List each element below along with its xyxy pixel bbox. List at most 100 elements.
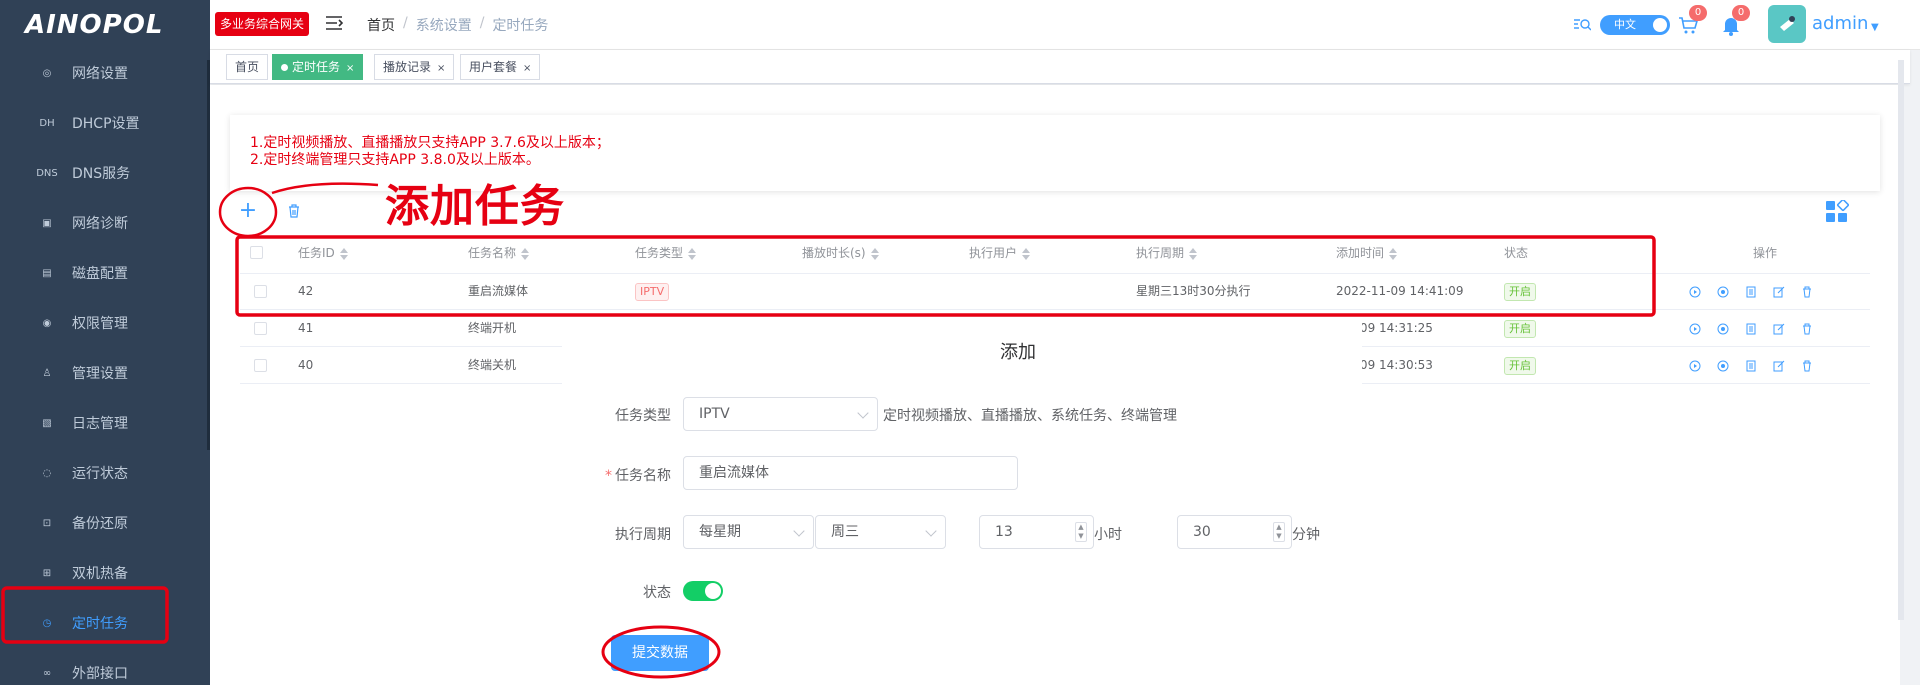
sidebar-item-label: 日志管理 (72, 416, 128, 432)
row-checkbox[interactable] (254, 359, 267, 372)
permission-icon: ◉ (42, 317, 52, 329)
column-header-type[interactable]: 任务类型 (635, 233, 697, 273)
tags-view: 首页 定时任务 × 播放记录 × 用户套餐 × (210, 50, 1910, 84)
avatar-icon (1780, 16, 1795, 31)
cell-status: 开启 (1504, 347, 1536, 384)
sidebar-item[interactable]: DNS DNS服务 (0, 148, 210, 198)
detail-icon[interactable] (1745, 323, 1757, 335)
page-scrollbar[interactable] (1898, 60, 1904, 620)
hamburger-icon[interactable] (325, 14, 343, 32)
sidebar-item-label: 备份还原 (72, 516, 128, 532)
sort-icon[interactable] (870, 247, 879, 260)
sidebar-item[interactable]: DH DHCP设置 (0, 98, 210, 148)
column-header-cycle[interactable]: 执行周期 (1136, 233, 1198, 273)
sidebar-item-label: 网络设置 (72, 66, 128, 82)
sort-icon[interactable] (1189, 247, 1198, 260)
search-icon[interactable] (1573, 16, 1591, 34)
sort-icon[interactable] (1389, 247, 1398, 260)
breadcrumb-system: 系统设置 (415, 18, 472, 34)
task-name-input[interactable]: 重启流媒体 (683, 456, 1018, 490)
sidebar-item[interactable]: ◉ 权限管理 (0, 298, 210, 348)
row-checkbox[interactable] (254, 322, 267, 335)
sidebar-item-label: 运行状态 (72, 466, 128, 482)
play-icon[interactable] (1689, 286, 1701, 298)
sort-icon[interactable] (521, 247, 530, 260)
column-header-id[interactable]: 任务ID (298, 233, 348, 273)
detail-icon[interactable] (1745, 360, 1757, 372)
notice-line: 2.定时终端管理只支持APP 3.8.0及以上版本。 (250, 152, 540, 168)
tab[interactable]: 用户套餐 × (460, 54, 541, 80)
tab[interactable]: 播放记录 × (374, 54, 455, 80)
cart-count-badge: 0 (1689, 5, 1707, 21)
gateway-badge: 多业务综合网关 (215, 12, 310, 36)
column-header-name[interactable]: 任务名称 (468, 233, 530, 273)
tab-label: 用户套餐 (469, 60, 518, 74)
column-header-added[interactable]: 添加时间 (1336, 233, 1398, 273)
hour-input[interactable]: 13 ▲ ▼ (979, 515, 1094, 549)
minute-unit: 分钟 (1292, 527, 1320, 543)
minute-stepper[interactable]: ▲ ▼ (1273, 522, 1285, 542)
sort-icon[interactable] (688, 247, 697, 260)
clock-icon: ◷ (42, 617, 52, 629)
column-header-user[interactable]: 执行用户 (969, 233, 1031, 273)
delete-icon[interactable] (286, 203, 302, 219)
status-toggle[interactable] (683, 581, 723, 601)
detail-icon[interactable] (1745, 286, 1757, 298)
sidebar-item[interactable]: ◌ 运行状态 (0, 448, 210, 498)
language-toggle[interactable]: 中文 (1600, 15, 1670, 35)
username[interactable]: admin (1812, 13, 1868, 34)
record-icon[interactable] (1717, 286, 1729, 298)
select-all-checkbox[interactable] (250, 246, 263, 259)
sidebar-item[interactable]: ▤ 磁盘配置 (0, 248, 210, 298)
chevron-down-icon[interactable]: ▼ (1871, 22, 1879, 33)
minute-input[interactable]: 30 ▲ ▼ (1177, 515, 1292, 549)
delete-icon[interactable] (1801, 323, 1813, 335)
sort-icon[interactable] (339, 247, 348, 260)
row-checkbox[interactable] (254, 285, 267, 298)
table-row[interactable]: 42 重启流媒体 IPTV 星期三13时30分执行 2022-11-09 14:41:0… (240, 273, 1870, 310)
tab[interactable]: 首页 (226, 54, 269, 80)
sidebar-item[interactable]: ⊞ 双机热备 (0, 548, 210, 598)
record-icon[interactable] (1717, 323, 1729, 335)
status-label: 状态 (643, 585, 671, 601)
cycle-select[interactable]: 每星期 (683, 515, 814, 549)
close-icon[interactable]: × (437, 63, 445, 74)
sidebar-item[interactable]: ∞ 外部接口 (0, 648, 210, 685)
task-name-label: * 任务名称 (605, 468, 671, 484)
edit-icon[interactable] (1773, 360, 1785, 372)
play-icon[interactable] (1689, 360, 1701, 372)
delete-icon[interactable] (1801, 360, 1813, 372)
sidebar-item[interactable]: ♙ 管理设置 (0, 348, 210, 398)
avatar[interactable] (1768, 5, 1806, 43)
monitor-icon: ▣ (42, 217, 52, 229)
sidebar-item[interactable]: ◎ 网络设置 (0, 48, 210, 98)
tab[interactable]: 定时任务 × (272, 54, 364, 80)
sidebar-item-label: 外部接口 (72, 666, 128, 682)
row-actions (1689, 310, 1813, 347)
close-icon[interactable]: × (523, 63, 531, 74)
edit-icon[interactable] (1773, 323, 1785, 335)
close-icon[interactable]: × (346, 63, 354, 74)
column-header-duration[interactable]: 播放时长(s) (802, 233, 879, 273)
record-icon[interactable] (1717, 360, 1729, 372)
cycle-label: 执行周期 (615, 527, 671, 543)
task-type-select[interactable]: IPTV (683, 397, 878, 431)
sort-icon[interactable] (1022, 247, 1031, 260)
edit-icon[interactable] (1773, 286, 1785, 298)
sidebar-item[interactable]: ⊡ 备份还原 (0, 498, 210, 548)
cell-id: 41 (298, 321, 314, 335)
play-icon[interactable] (1689, 323, 1701, 335)
sidebar-item[interactable]: ▣ 网络诊断 (0, 198, 210, 248)
chevron-down-icon (793, 525, 805, 537)
sidebar-item-label: 权限管理 (72, 316, 128, 332)
submit-button[interactable]: 提交数据 (611, 635, 709, 671)
weekday-select[interactable]: 周三 (815, 515, 946, 549)
add-task-button[interactable]: + (237, 200, 259, 222)
hour-stepper[interactable]: ▲ ▼ (1075, 522, 1087, 542)
status-icon: ◌ (42, 467, 52, 479)
breadcrumb-home[interactable]: 首页 (367, 15, 395, 35)
sidebar-item[interactable]: ▧ 日志管理 (0, 398, 210, 448)
column-settings-icon[interactable] (1825, 200, 1849, 224)
sidebar-item[interactable]: ◷ 定时任务 (0, 598, 210, 648)
delete-icon[interactable] (1801, 286, 1813, 298)
